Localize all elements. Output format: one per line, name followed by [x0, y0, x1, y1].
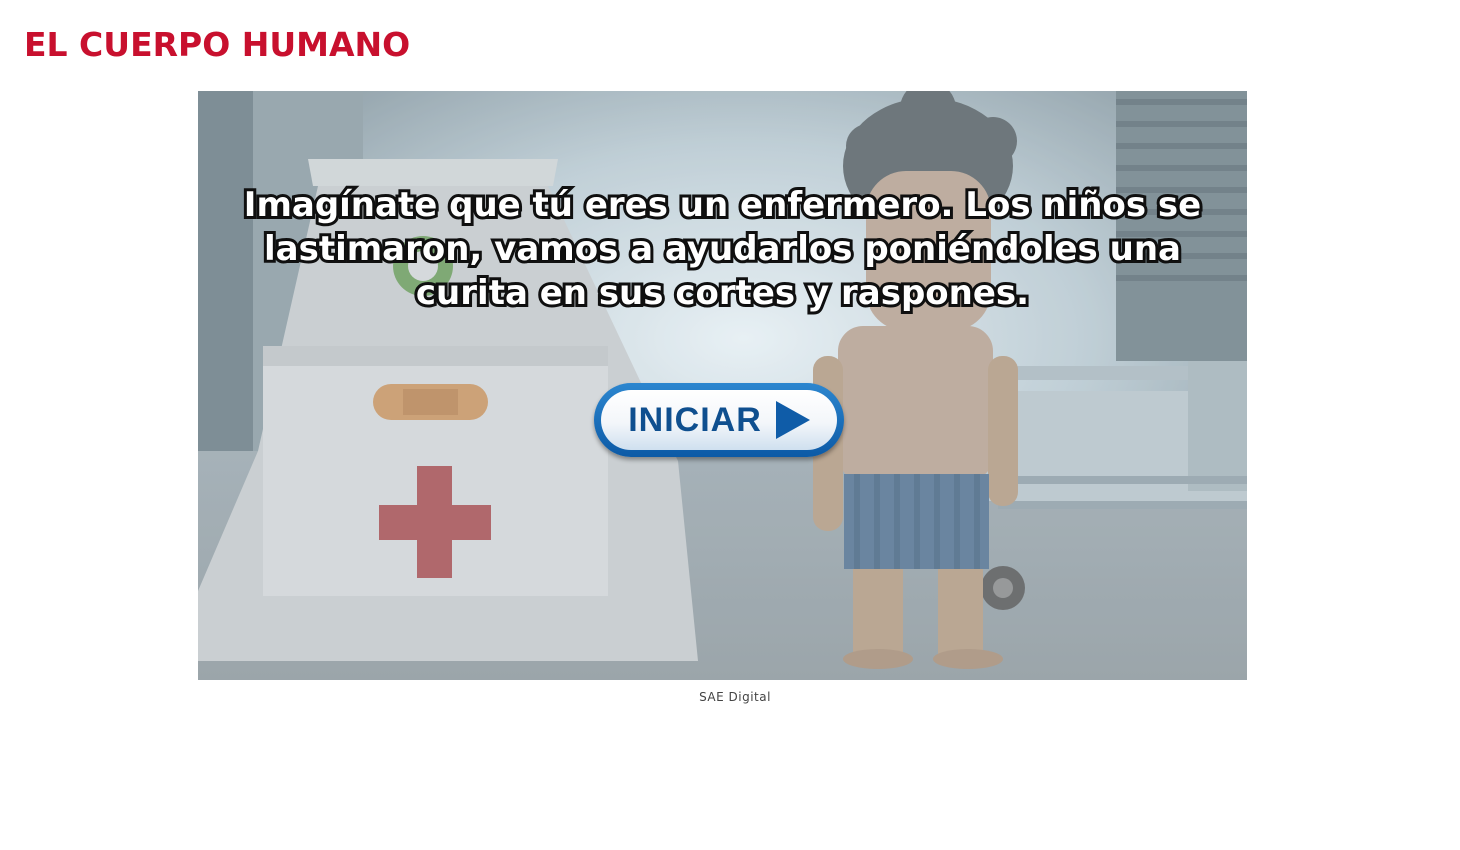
start-button-face[interactable]: INICIAR — [601, 390, 837, 450]
start-button-label: INICIAR — [628, 400, 762, 439]
credit-text: SAE Digital — [699, 690, 771, 704]
game-instructions: Imagínate que tú eres un enfermero. Los … — [241, 182, 1204, 316]
play-icon — [775, 401, 810, 439]
page-title: EL CUERPO HUMANO — [24, 25, 411, 64]
game-stage[interactable]: Imagínate que tú eres un enfermero. Los … — [198, 91, 1247, 680]
start-button[interactable]: INICIAR — [594, 383, 844, 457]
